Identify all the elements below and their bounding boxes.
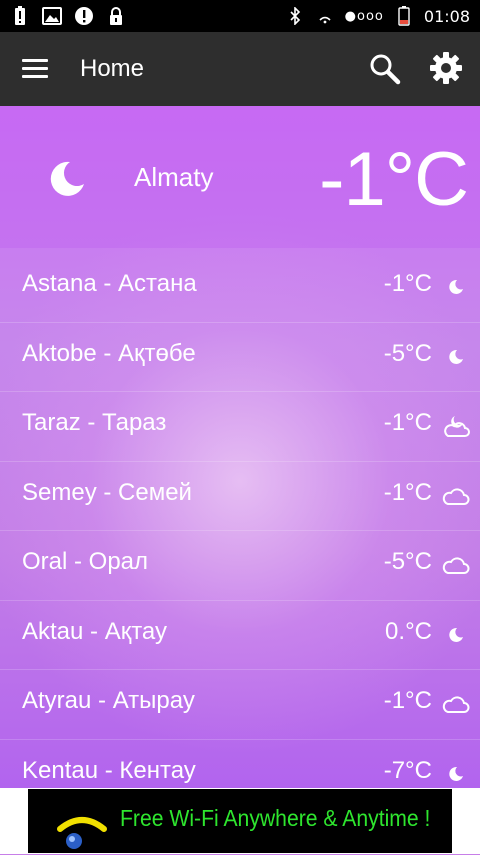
moon-icon xyxy=(442,273,470,301)
ad-banner[interactable]: Free Wi-Fi Anywhere & Anytime ! xyxy=(0,788,480,854)
city-row-aktobe[interactable]: Aktobe - Ақтөбе -5°C xyxy=(0,323,480,392)
city-temperature: -5°C xyxy=(383,339,432,367)
moon-icon xyxy=(442,621,470,649)
lock-icon xyxy=(106,6,126,26)
city-list: Astana - Астана -1°C Aktobe - Ақтөбе -5°… xyxy=(0,253,480,808)
city-temperature: -5°C xyxy=(383,548,432,575)
page-title: Home xyxy=(80,55,145,82)
signal-strength: ●ooo xyxy=(344,8,384,24)
moon-icon xyxy=(46,158,88,200)
ad-content[interactable]: Free Wi-Fi Anywhere & Anytime ! xyxy=(28,789,452,853)
gear-icon[interactable] xyxy=(428,50,464,86)
city-name: Aktau - Ақтау xyxy=(22,617,168,645)
current-weather-panel[interactable]: Almaty -1°C xyxy=(0,106,480,248)
city-temperature: -1°C xyxy=(383,478,432,506)
city-name: Semey - Семей xyxy=(22,478,192,506)
battery-icon xyxy=(394,6,414,26)
city-temperature: 0.°C xyxy=(385,617,432,645)
city-row-aktau[interactable]: Aktau - Ақтау 0.°C xyxy=(0,601,480,670)
moon-cloud-icon xyxy=(442,412,470,440)
city-row-atyrau[interactable]: Atyrau - Атырау -1°C xyxy=(0,670,480,740)
status-bar: ●ooo 01:08 xyxy=(0,0,480,32)
cloud-icon xyxy=(442,482,470,510)
ad-text[interactable]: Free Wi-Fi Anywhere & Anytime ! xyxy=(120,805,430,832)
city-temperature: -1°C xyxy=(383,270,432,297)
city-name: Atyrau - Атырау xyxy=(22,687,195,714)
city-name: Kentau - Кентау xyxy=(22,756,196,784)
alert-icon xyxy=(74,6,94,26)
search-icon[interactable] xyxy=(368,52,402,86)
clock: 01:08 xyxy=(423,6,470,26)
city-name: Astana - Астана xyxy=(22,270,197,297)
city-name: Aktobe - Ақтөбе xyxy=(22,339,196,367)
city-row-oral[interactable]: Oral - Орал -5°C xyxy=(0,531,480,601)
cloud-icon xyxy=(442,551,470,579)
wifi-icon xyxy=(315,6,335,26)
hamburger-menu-icon[interactable] xyxy=(22,54,52,84)
city-row-astana[interactable]: Astana - Астана -1°C xyxy=(0,253,480,323)
city-temperature: -1°C xyxy=(383,687,432,714)
city-temperature: -7°C xyxy=(383,756,432,784)
app-bar: Home xyxy=(0,32,480,106)
weather-content: Almaty -1°C Astana - Астана -1°C Aktobe … xyxy=(0,106,480,788)
bluetooth-icon xyxy=(285,6,305,26)
moon-icon xyxy=(442,343,470,371)
battery-alert-icon xyxy=(10,6,30,26)
wifi-ad-logo-icon xyxy=(56,811,108,851)
city-temperature: -1°C xyxy=(383,409,432,436)
city-row-taraz[interactable]: Taraz - Тараз -1°C xyxy=(0,392,480,462)
city-name: Taraz - Тараз xyxy=(22,409,167,436)
current-temperature: -1°C xyxy=(319,137,469,222)
city-row-semey[interactable]: Semey - Семей -1°C xyxy=(0,462,480,531)
image-notification-icon xyxy=(42,6,62,26)
moon-icon xyxy=(442,760,470,788)
current-city-name: Almaty xyxy=(134,162,214,192)
cloud-icon xyxy=(442,690,470,718)
city-name: Oral - Орал xyxy=(22,548,149,575)
